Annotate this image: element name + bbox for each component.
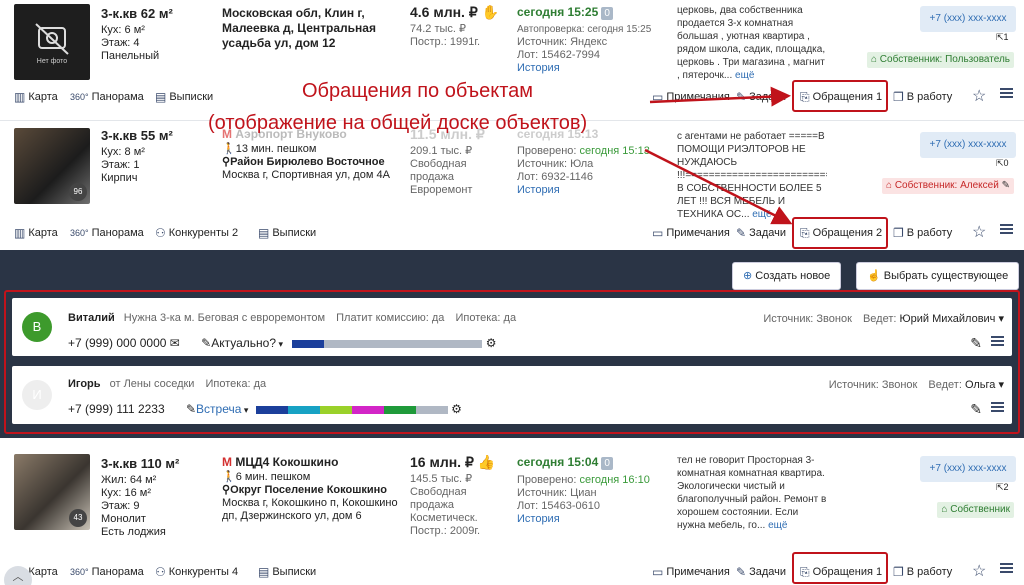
arrow-to-requests-2 [644, 148, 793, 225]
annotation-arrows [644, 86, 793, 225]
arrow-to-requests-1 [649, 86, 791, 107]
